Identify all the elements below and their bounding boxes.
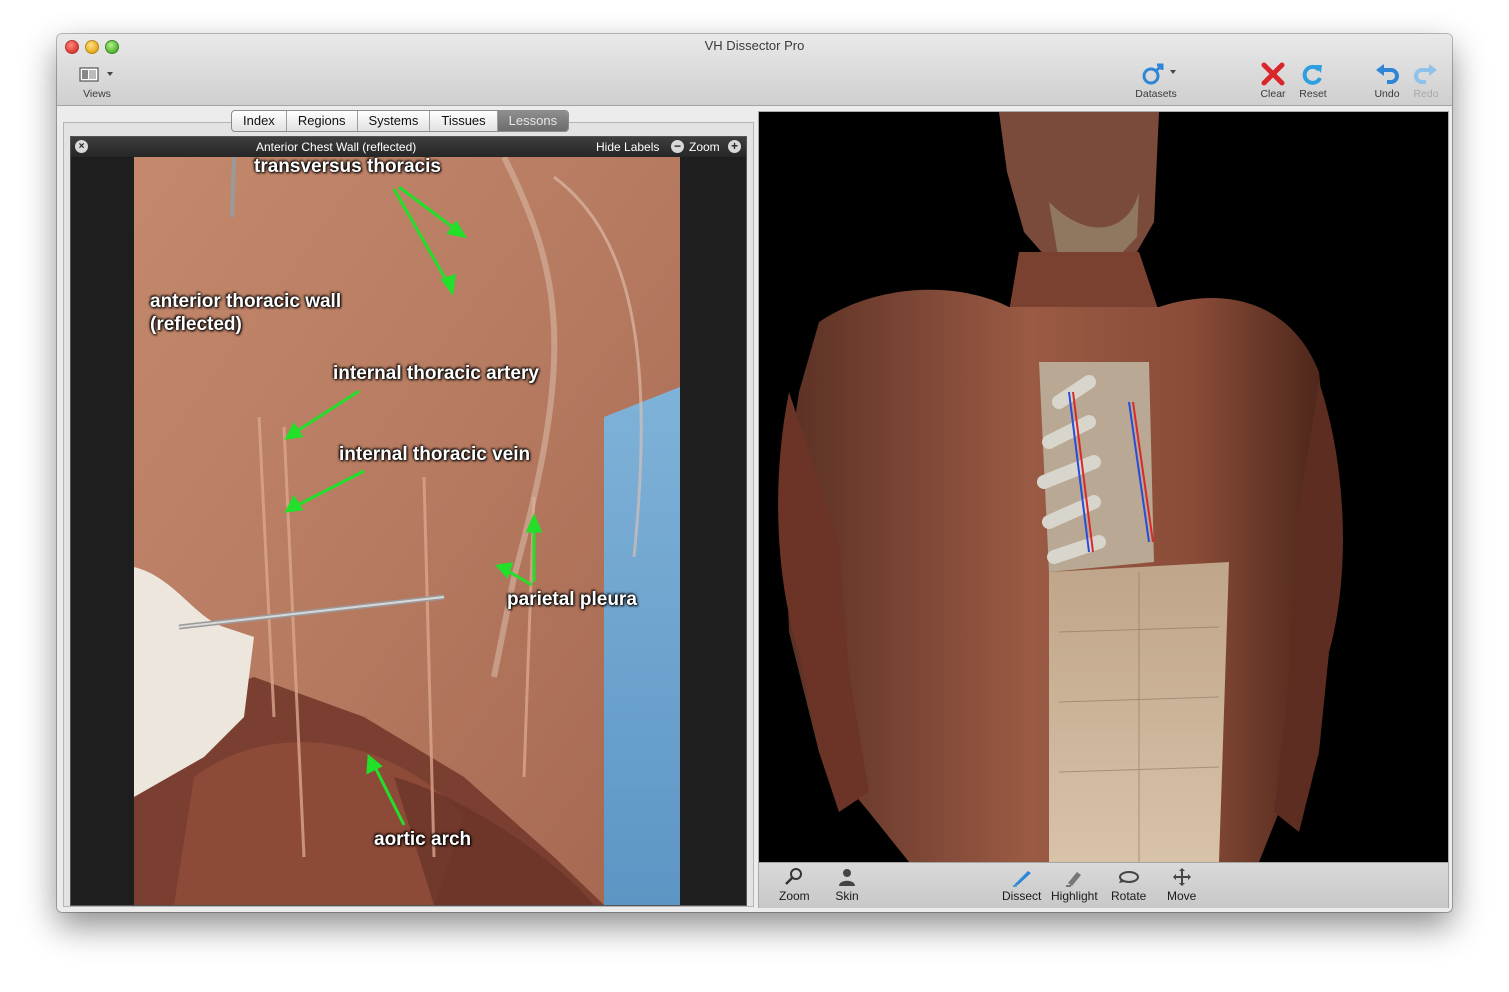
dissect-tool-label: Dissect (1002, 889, 1042, 903)
views-button[interactable]: Views (77, 62, 117, 100)
label-anterior-thoracic-wall: anterior thoracic wall (150, 291, 342, 312)
reset-icon (1302, 64, 1322, 85)
datasets-label: Datasets (1135, 88, 1177, 100)
label-anterior-thoracic-wall-reflected: (reflected) (150, 314, 242, 335)
dissection-photo: transversus thoracis anterior thoracic w… (134, 157, 680, 905)
3d-model-view[interactable] (759, 112, 1448, 862)
window-title: VH Dissector Pro (704, 38, 805, 53)
clear-button[interactable]: Clear (1259, 62, 1287, 100)
redo-button[interactable]: Redo (1412, 62, 1440, 100)
highlight-tool-label: Highlight (1051, 889, 1098, 903)
undo-button[interactable]: Undo (1373, 62, 1401, 100)
tab-systems[interactable]: Systems (358, 111, 431, 131)
magnifier-icon (785, 868, 803, 885)
label-transversus-thoracis: transversus thoracis (254, 157, 441, 177)
datasets-button[interactable]: Datasets (1134, 62, 1178, 100)
move-tool-label: Move (1167, 889, 1197, 903)
rotate-tool-label: Rotate (1111, 889, 1147, 903)
model-panel: Zoom Skin Dissect Highlight Rotate Move (758, 111, 1449, 908)
label-internal-thoracic-artery: internal thoracic artery (333, 363, 539, 384)
redo-icon (1414, 64, 1437, 84)
views-icon (79, 67, 113, 82)
zoom-label: Zoom (689, 140, 720, 154)
undo-icon (1376, 64, 1399, 84)
tab-index[interactable]: Index (232, 111, 287, 131)
move-tool-button[interactable]: Move (1167, 867, 1196, 903)
tab-regions[interactable]: Regions (287, 111, 358, 131)
rotate-icon (1118, 871, 1139, 883)
skin-tool-button[interactable]: Skin (835, 867, 859, 903)
lesson-image-viewer: × Anterior Chest Wall (reflected) Hide L… (70, 136, 747, 906)
move-arrows-icon (1172, 868, 1191, 886)
skin-tool-label: Skin (835, 889, 859, 903)
label-parietal-pleura: parietal pleura (507, 589, 637, 610)
label-aortic-arch: aortic arch (374, 829, 472, 850)
navigation-tabs: Index Regions Systems Tissues Lessons (231, 110, 570, 132)
close-viewer-button[interactable]: × (75, 140, 88, 153)
zoom-in-button[interactable]: + (728, 140, 741, 153)
label-internal-thoracic-vein: internal thoracic vein (339, 444, 531, 465)
titlebar: VH Dissector Pro Views Datasets Clear Re… (57, 34, 1452, 106)
person-icon (839, 869, 855, 886)
zoom-out-button[interactable]: − (671, 140, 684, 153)
rotate-tool-button[interactable]: Rotate (1111, 867, 1146, 903)
zoom-tool-label: Zoom (779, 889, 810, 903)
model-toolbar: Zoom Skin Dissect Highlight Rotate Move (759, 862, 1448, 908)
highlighter-icon (1066, 872, 1082, 887)
zoom-tool-button[interactable]: Zoom (779, 867, 810, 903)
undo-label: Undo (1374, 88, 1400, 100)
hide-labels-button[interactable]: Hide Labels (596, 137, 659, 157)
viewer-header: × Anterior Chest Wall (reflected) Hide L… (71, 137, 746, 157)
dissect-tool-button[interactable]: Dissect (1002, 867, 1041, 903)
highlight-tool-button[interactable]: Highlight (1051, 867, 1098, 903)
views-label: Views (83, 88, 111, 100)
tab-tissues[interactable]: Tissues (430, 111, 498, 131)
clear-icon (1261, 62, 1285, 86)
scalpel-icon (1012, 871, 1031, 887)
reset-label: Reset (1299, 88, 1327, 100)
tab-lessons[interactable]: Lessons (497, 111, 569, 131)
datasets-icon (1142, 63, 1176, 85)
reset-button[interactable]: Reset (1299, 62, 1327, 100)
viewer-title: Anterior Chest Wall (reflected) (256, 140, 417, 154)
annotation-arrows (284, 185, 543, 826)
redo-label: Redo (1413, 88, 1439, 100)
anatomy-model-graphic (778, 112, 1343, 862)
clear-label: Clear (1260, 88, 1286, 100)
app-window: VH Dissector Pro Views Datasets Clear Re… (57, 34, 1452, 912)
